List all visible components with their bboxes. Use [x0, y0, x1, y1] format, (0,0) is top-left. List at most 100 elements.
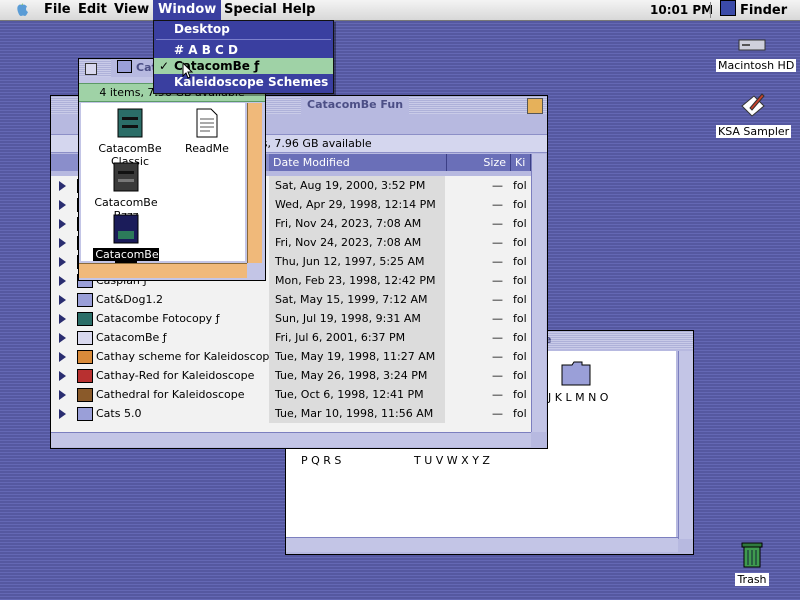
- column-header-date[interactable]: Date Modified: [269, 154, 447, 171]
- ksa-sampler-label: KSA Sampler: [716, 125, 792, 138]
- row-size: —: [492, 407, 503, 420]
- folder-icon: [77, 407, 93, 421]
- row-kind: fol: [513, 331, 527, 344]
- disclosure-triangle-icon[interactable]: [59, 238, 66, 248]
- macintosh-hd-icon[interactable]: Macintosh HD: [716, 36, 797, 72]
- row-name: Cat&Dog1.2: [96, 293, 163, 306]
- table-row[interactable]: Cathay scheme for Kaleidoscope Tue, May 1…: [51, 347, 527, 366]
- row-date-modified: Tue, May 19, 1998, 11:27 AM: [269, 347, 445, 366]
- disclosure-triangle-icon[interactable]: [59, 219, 66, 229]
- horizontal-scrollbar[interactable]: [286, 537, 678, 552]
- custom-folder-icon: [77, 350, 93, 364]
- table-row[interactable]: Cathedral for Kaleidoscope Tue, Oct 6, 19…: [51, 385, 527, 404]
- vertical-scrollbar[interactable]: [678, 351, 693, 539]
- application-menu[interactable]: Finder: [720, 0, 787, 21]
- item-label: ReadMe: [185, 142, 229, 155]
- menu-edit[interactable]: Edit: [73, 0, 112, 20]
- horizontal-scrollbar[interactable]: [51, 432, 531, 447]
- horizontal-scrollbar[interactable]: [79, 263, 247, 278]
- table-row[interactable]: Cathay-Red for Kaleidoscope Tue, May 26, …: [51, 366, 527, 385]
- disclosure-triangle-icon[interactable]: [59, 371, 66, 381]
- table-row[interactable]: CatacomBe ƒ Fri, Jul 6, 2001, 6:37 PM — fol: [51, 328, 527, 347]
- row-kind: fol: [513, 407, 527, 420]
- row-size: —: [492, 179, 503, 192]
- row-kind: fol: [513, 369, 527, 382]
- row-kind: fol: [513, 350, 527, 363]
- row-size: —: [492, 388, 503, 401]
- folder-label[interactable]: T U V W X Y Z: [414, 454, 490, 467]
- menubar-clock[interactable]: 10:01 PM: [650, 0, 713, 20]
- custom-folder-icon: [77, 312, 93, 326]
- document-icon: [196, 108, 218, 138]
- row-date-modified: Fri, Nov 24, 2023, 7:08 AM: [269, 233, 445, 252]
- readme-item[interactable]: ReadMe: [181, 107, 233, 155]
- folder-icon[interactable]: [560, 359, 592, 387]
- row-date-modified: Tue, Oct 6, 1998, 12:41 PM: [269, 385, 445, 404]
- checkmark-icon: ✓: [159, 59, 170, 73]
- row-name: Cathedral for Kaleidoscope: [96, 388, 245, 401]
- row-size: —: [492, 312, 503, 325]
- theme-file-icon: [113, 162, 139, 192]
- trash-icon[interactable]: Trash: [728, 540, 776, 586]
- disclosure-triangle-icon[interactable]: [59, 390, 66, 400]
- collapse-box-icon[interactable]: [527, 98, 543, 114]
- column-header-size[interactable]: Size: [447, 154, 511, 171]
- row-date-modified: Tue, May 26, 1998, 3:24 PM: [269, 366, 445, 385]
- row-size: —: [492, 217, 503, 230]
- hard-drive-icon: [738, 39, 766, 51]
- disclosure-triangle-icon[interactable]: [59, 314, 66, 324]
- menu-file[interactable]: File: [39, 0, 76, 20]
- menu-view[interactable]: View: [109, 0, 154, 20]
- row-name: Catacombe Fotocopy ƒ: [96, 312, 220, 325]
- menu-special[interactable]: Special: [219, 0, 282, 20]
- mouse-pointer-icon: [182, 62, 194, 79]
- catacombe-fun-title: CatacomBe Fun: [301, 96, 410, 114]
- column-header-kind[interactable]: Ki: [511, 154, 531, 171]
- disclosure-triangle-icon[interactable]: [59, 409, 66, 419]
- row-date-modified: Sat, Aug 19, 2000, 3:52 PM: [269, 176, 445, 195]
- window-menu-item-desktop[interactable]: Desktop: [154, 21, 333, 37]
- disclosure-triangle-icon[interactable]: [59, 276, 66, 286]
- menu-window[interactable]: Window: [153, 0, 222, 20]
- folder-icon: [77, 293, 93, 307]
- vertical-scrollbar[interactable]: [247, 103, 262, 263]
- table-row[interactable]: Cats 5.0 Tue, Mar 10, 1998, 11:56 AM — fol: [51, 404, 527, 423]
- row-date-modified: Mon, Feb 23, 1998, 12:42 PM: [269, 271, 445, 290]
- row-size: —: [492, 198, 503, 211]
- apple-menu-icon[interactable]: [14, 2, 30, 18]
- disclosure-triangle-icon[interactable]: [59, 257, 66, 267]
- window-menu-item-abcd[interactable]: # A B C D: [154, 42, 333, 58]
- folder-label[interactable]: J K L M N O: [548, 391, 608, 404]
- row-size: —: [492, 236, 503, 249]
- table-row[interactable]: Catacombe Fotocopy ƒ Sun, Jul 19, 1998, 9…: [51, 309, 527, 328]
- row-size: —: [492, 293, 503, 306]
- table-row[interactable]: Cat&Dog1.2 Sat, May 15, 1999, 7:12 AM — fol: [51, 290, 527, 309]
- disclosure-triangle-icon[interactable]: [59, 295, 66, 305]
- macintosh-hd-label: Macintosh HD: [716, 59, 797, 72]
- window-menu-item-catacombe[interactable]: ✓ CatacomBe ƒ: [154, 58, 333, 74]
- row-name: CatacomBe ƒ: [96, 331, 167, 344]
- custom-folder-icon: [77, 331, 93, 345]
- row-kind: fol: [513, 388, 527, 401]
- folder-label[interactable]: P Q R S: [301, 454, 341, 467]
- disclosure-triangle-icon[interactable]: [59, 181, 66, 191]
- disclosure-triangle-icon[interactable]: [59, 333, 66, 343]
- row-kind: fol: [513, 198, 527, 211]
- menubar-divider: [710, 2, 711, 18]
- row-name: Cats 5.0: [96, 407, 142, 420]
- menu-help[interactable]: Help: [277, 0, 320, 20]
- custom-folder-icon: [77, 388, 93, 402]
- icon-window-content: CatacomBe Classic ReadMe CatacomBe Bzzz …: [81, 103, 245, 274]
- row-kind: fol: [513, 217, 527, 230]
- disclosure-triangle-icon[interactable]: [59, 352, 66, 362]
- disclosure-triangle-icon[interactable]: [59, 200, 66, 210]
- close-box-icon[interactable]: [85, 63, 97, 75]
- row-kind: fol: [513, 312, 527, 325]
- row-size: —: [492, 274, 503, 287]
- menu-bar: File Edit View Window Special Help 10:01…: [0, 0, 800, 21]
- vertical-scrollbar[interactable]: [531, 154, 546, 432]
- ksa-sampler-icon[interactable]: KSA Sampler: [716, 92, 792, 138]
- row-date-modified: Fri, Nov 24, 2023, 7:08 AM: [269, 214, 445, 233]
- catacombe-classic-item[interactable]: CatacomBe Classic: [87, 107, 173, 168]
- window-menu-item-kaleidoscope[interactable]: Kaleidoscope Schemes: [154, 74, 333, 90]
